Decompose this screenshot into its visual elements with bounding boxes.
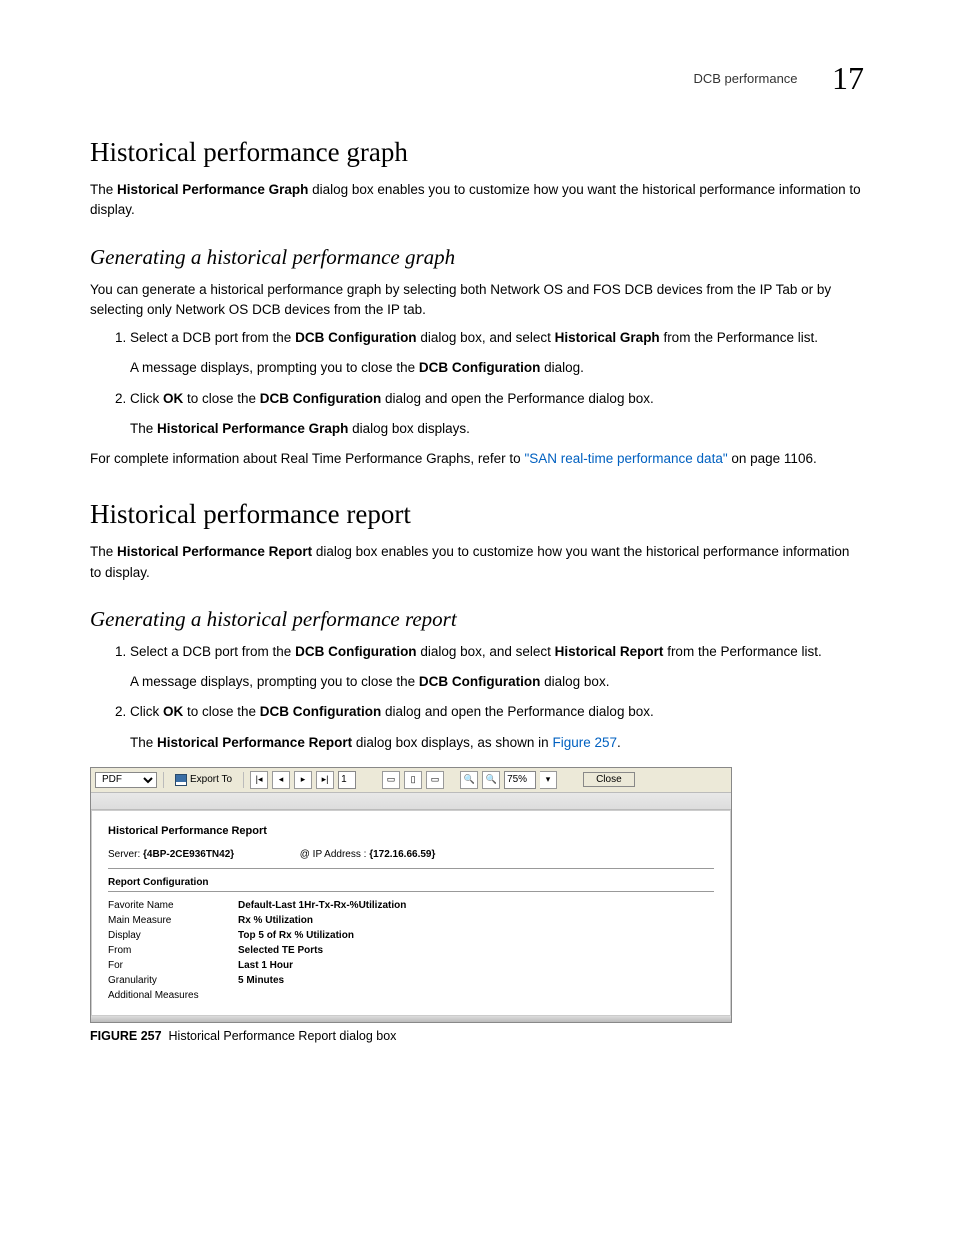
report-row-key: Additional Measures: [108, 990, 238, 1001]
report-row-key: Favorite Name: [108, 900, 238, 911]
step-1-report-sub: A message displays, prompting you to clo…: [130, 672, 864, 692]
step-1-graph: Select a DCB port from the DCB Configura…: [130, 328, 864, 379]
ip-value: {172.16.66.59}: [369, 849, 435, 860]
figure-number: FIGURE 257: [90, 1029, 162, 1043]
fit-page-button[interactable]: ▯: [404, 771, 422, 789]
report-row: Favorite NameDefault-Last 1Hr-Tx-Rx-%Uti…: [108, 898, 714, 913]
report-row: DisplayTop 5 of Rx % Utilization: [108, 928, 714, 943]
page-number-input[interactable]: [338, 771, 356, 789]
report-row-key: From: [108, 945, 238, 956]
step-1-report: Select a DCB port from the DCB Configura…: [130, 642, 864, 693]
step-2-graph: Click OK to close the DCB Configuration …: [130, 389, 864, 440]
format-select[interactable]: PDF: [95, 772, 157, 788]
paragraph-report-intro: The Historical Performance Report dialog…: [90, 542, 864, 583]
report-row: Main MeasureRx % Utilization: [108, 913, 714, 928]
header-section-title: DCB performance: [694, 71, 798, 86]
zoom-input[interactable]: [504, 771, 536, 789]
report-row-value: Default-Last 1Hr-Tx-Rx-%Utilization: [238, 900, 406, 911]
last-page-button[interactable]: ▸|: [316, 771, 334, 789]
report-row: Granularity5 Minutes: [108, 973, 714, 988]
separator: [243, 772, 244, 788]
export-button[interactable]: Export To: [170, 772, 237, 788]
figure-caption-text: Historical Performance Report dialog box: [169, 1029, 397, 1043]
report-meta: Server: {4BP-2CE936TN42} @ IP Address : …: [108, 849, 714, 869]
report-row-key: Display: [108, 930, 238, 941]
report-row-value: Last 1 Hour: [238, 960, 293, 971]
heading-historical-performance-report: Historical performance report: [90, 499, 864, 530]
steps-generate-graph: Select a DCB port from the DCB Configura…: [90, 328, 864, 439]
step-2-report-sub: The Historical Performance Report dialog…: [130, 733, 864, 753]
save-disk-icon: [175, 774, 187, 786]
server-label: Server:: [108, 849, 140, 860]
ip-label: @ IP Address :: [300, 849, 367, 860]
report-row-key: Granularity: [108, 975, 238, 986]
dialog-toolbar: PDF Export To |◂ ◂ ▸ ▸| ▭ ▯ ▭ 🔍 🔍: [91, 768, 731, 793]
zoom-in-button[interactable]: 🔍: [460, 771, 478, 789]
zoom-dropdown-button[interactable]: ▾: [540, 771, 557, 789]
figure-257: PDF Export To |◂ ◂ ▸ ▸| ▭ ▯ ▭ 🔍 🔍: [90, 767, 864, 1043]
fit-width-button[interactable]: ▭: [426, 771, 444, 789]
export-label: Export To: [190, 774, 232, 785]
report-row: FromSelected TE Ports: [108, 943, 714, 958]
report-row-value: 5 Minutes: [238, 975, 284, 986]
report-row: Additional Measures: [108, 988, 714, 1003]
paragraph-graph-gen-intro: You can generate a historical performanc…: [90, 280, 864, 321]
step-2-report: Click OK to close the DCB Configuration …: [130, 702, 864, 753]
link-san-realtime[interactable]: "SAN real-time performance data": [524, 451, 727, 466]
report-row-value: Rx % Utilization: [238, 915, 313, 926]
separator: [163, 772, 164, 788]
dialog-grayband: [91, 793, 731, 810]
heading-generating-report: Generating a historical performance repo…: [90, 607, 864, 632]
report-row-value: Top 5 of Rx % Utilization: [238, 930, 354, 941]
next-page-button[interactable]: ▸: [294, 771, 312, 789]
dialog-footer-band: [91, 1016, 731, 1022]
report-body: Historical Performance Report Server: {4…: [91, 810, 731, 1016]
actual-size-button[interactable]: ▭: [382, 771, 400, 789]
figure-caption: FIGURE 257 Historical Performance Report…: [90, 1029, 864, 1043]
paragraph-graph-reference: For complete information about Real Time…: [90, 449, 864, 469]
heading-generating-graph: Generating a historical performance grap…: [90, 245, 864, 270]
heading-historical-performance-graph: Historical performance graph: [90, 137, 864, 168]
chapter-number: 17: [832, 60, 864, 96]
first-page-button[interactable]: |◂: [250, 771, 268, 789]
server-value: {4BP-2CE936TN42}: [143, 849, 234, 860]
report-row: ForLast 1 Hour: [108, 958, 714, 973]
close-button[interactable]: Close: [583, 772, 635, 787]
report-row-value: Selected TE Ports: [238, 945, 323, 956]
report-row-key: Main Measure: [108, 915, 238, 926]
step-1-graph-sub: A message displays, prompting you to clo…: [130, 358, 864, 378]
running-header: DCB performance 17: [90, 60, 864, 97]
prev-page-button[interactable]: ◂: [272, 771, 290, 789]
report-title: Historical Performance Report: [108, 825, 714, 843]
zoom-out-button[interactable]: 🔍: [482, 771, 500, 789]
step-2-graph-sub: The Historical Performance Graph dialog …: [130, 419, 864, 439]
steps-generate-report: Select a DCB port from the DCB Configura…: [90, 642, 864, 753]
report-config-heading: Report Configuration: [108, 873, 714, 892]
historical-performance-report-dialog: PDF Export To |◂ ◂ ▸ ▸| ▭ ▯ ▭ 🔍 🔍: [90, 767, 732, 1023]
paragraph-graph-intro: The Historical Performance Graph dialog …: [90, 180, 864, 221]
link-figure-257[interactable]: Figure 257: [552, 735, 617, 750]
report-row-key: For: [108, 960, 238, 971]
